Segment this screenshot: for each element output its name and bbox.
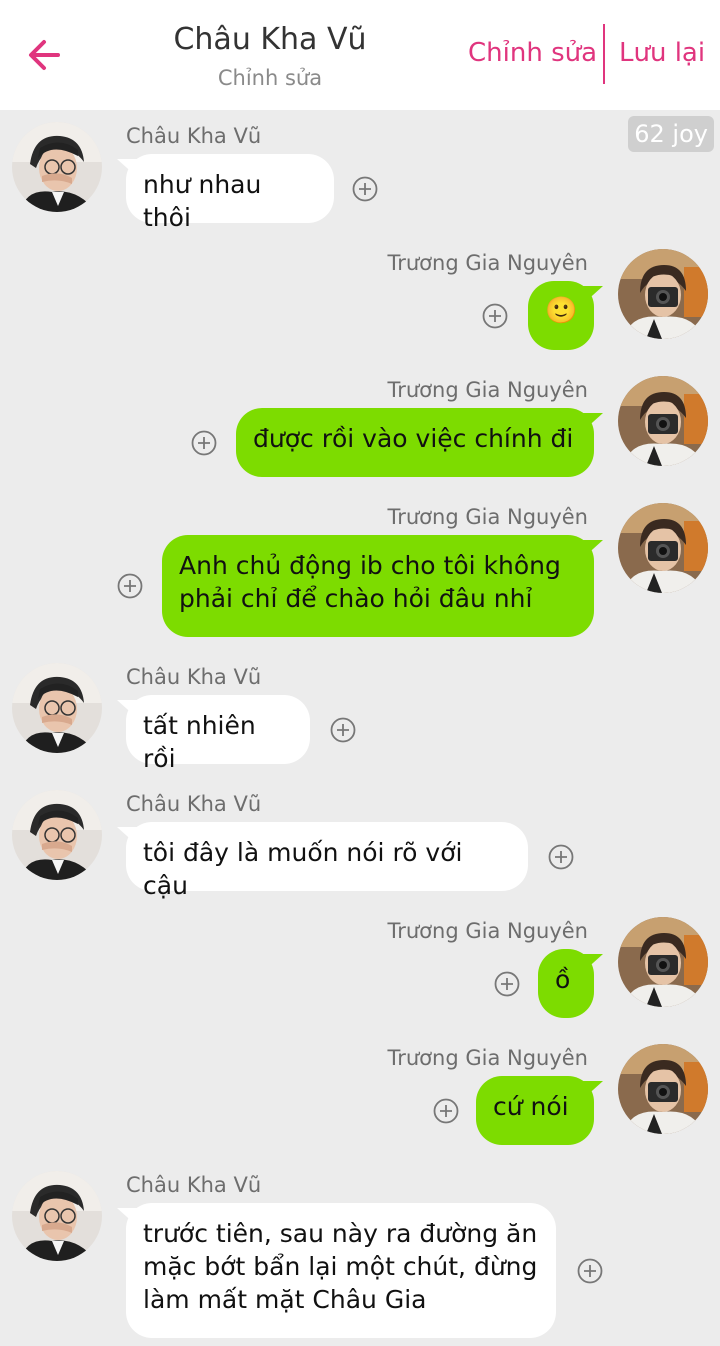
message-text-line: ồ xyxy=(555,965,571,994)
add-reaction-icon[interactable] xyxy=(577,1258,603,1284)
message-text-line: làm mất mặt Châu Gia xyxy=(143,1285,427,1314)
sender-name: Trương Gia Nguyên xyxy=(387,919,588,943)
bubble-tail xyxy=(583,535,603,558)
message-row: Trương Gia Nguyên cứ nói xyxy=(0,1042,720,1153)
message-row: Trương Gia Nguyên được rồi vào việc chính… xyxy=(0,374,720,485)
message-bubble[interactable]: Anh chủ động ib cho tôi không phải chỉ để… xyxy=(162,535,603,637)
message-bubble[interactable]: được rồi vào việc chính đi xyxy=(236,408,603,477)
avatar[interactable] xyxy=(618,917,708,1007)
message-bubble[interactable]: tôi đây là muốn nói rõ với cậu xyxy=(117,822,528,900)
avatar[interactable] xyxy=(12,1171,102,1261)
message-text-line: mặc bớt bẩn lại một chút, đừng xyxy=(143,1252,538,1281)
message-bubble[interactable]: ồ xyxy=(538,949,603,1018)
sender-name: Trương Gia Nguyên xyxy=(387,1046,588,1070)
sender-name: Trương Gia Nguyên xyxy=(387,251,588,275)
sender-name: Châu Kha Vũ xyxy=(126,665,262,689)
chat-title: Châu Kha Vũ xyxy=(173,22,367,57)
bubble-tail xyxy=(583,408,603,431)
message-bubble[interactable]: cứ nói xyxy=(476,1076,603,1145)
sender-name: Châu Kha Vũ xyxy=(126,792,262,816)
bubble-tail xyxy=(117,822,137,845)
bubble-tail xyxy=(583,1076,603,1099)
avatar[interactable] xyxy=(618,503,708,593)
message-text-line: như nhau thôi xyxy=(143,170,262,232)
bubble-tail xyxy=(117,154,137,177)
bubble-tail xyxy=(117,695,137,718)
sender-name: Trương Gia Nguyên xyxy=(387,505,588,529)
edit-button[interactable]: Chỉnh sửa xyxy=(468,38,597,68)
bubble-tail xyxy=(583,949,603,972)
add-reaction-icon[interactable] xyxy=(191,430,217,456)
message-bubble[interactable]: trước tiên, sau này ra đường ăn mặc bớt b… xyxy=(117,1203,556,1338)
message-row: Trương Gia Nguyên ồ xyxy=(0,915,720,1026)
message-bubble[interactable]: 🙂 xyxy=(528,281,603,350)
bubble-tail xyxy=(117,1203,137,1226)
message-text-line: Anh chủ động ib cho tôi không xyxy=(179,551,561,580)
message-row: Trương Gia Nguyên Anh chủ động ib cho tôi… xyxy=(0,501,720,645)
save-button[interactable]: Lưu lại xyxy=(619,38,705,68)
message-text-line: được rồi vào việc chính đi xyxy=(253,424,574,453)
message-row: Trương Gia Nguyên 🙂 xyxy=(0,247,720,358)
sender-name: Châu Kha Vũ xyxy=(126,1173,262,1197)
add-reaction-icon[interactable] xyxy=(330,717,356,743)
avatar[interactable] xyxy=(618,1044,708,1134)
bubble-tail xyxy=(583,281,603,304)
message-row: Châu Kha Vũ tôi đây là muốn nói rõ với cậ… xyxy=(0,788,720,900)
message-text-line: cứ nói xyxy=(493,1092,569,1121)
add-reaction-icon[interactable] xyxy=(433,1098,459,1124)
message-text-line: trước tiên, sau này ra đường ăn xyxy=(143,1219,538,1248)
message-row: Châu Kha Vũ như nhau thôi xyxy=(0,120,720,232)
avatar[interactable] xyxy=(12,790,102,880)
avatar[interactable] xyxy=(12,663,102,753)
sender-name: Trương Gia Nguyên xyxy=(387,378,588,402)
sender-name: Châu Kha Vũ xyxy=(126,124,262,148)
message-text-line: phải chỉ để chào hỏi đâu nhỉ xyxy=(179,584,533,613)
avatar[interactable] xyxy=(12,122,102,212)
avatar[interactable] xyxy=(618,249,708,339)
add-reaction-icon[interactable] xyxy=(352,176,378,202)
message-text-line: tất nhiên rồi xyxy=(143,711,256,773)
add-reaction-icon[interactable] xyxy=(548,844,574,870)
message-text-line: tôi đây là muốn nói rõ với cậu xyxy=(143,838,463,900)
message-text-line: 🙂 xyxy=(545,296,578,326)
message-row: Châu Kha Vũ tất nhiên rồi xyxy=(0,661,720,773)
add-reaction-icon[interactable] xyxy=(117,573,143,599)
header-divider xyxy=(603,24,605,84)
add-reaction-icon[interactable] xyxy=(482,303,508,329)
avatar[interactable] xyxy=(618,376,708,466)
message-row: Châu Kha Vũ trước tiên, sau này ra đường … xyxy=(0,1169,720,1346)
back-arrow-icon[interactable] xyxy=(22,32,68,78)
chat-header: Châu Kha Vũ Chỉnh sửa Chỉnh sửa Lưu lại xyxy=(0,0,720,110)
message-bubble[interactable]: tất nhiên rồi xyxy=(117,695,310,773)
message-bubble[interactable]: như nhau thôi xyxy=(117,154,334,232)
chat-subtitle: Chỉnh sửa xyxy=(217,66,323,90)
add-reaction-icon[interactable] xyxy=(494,971,520,997)
